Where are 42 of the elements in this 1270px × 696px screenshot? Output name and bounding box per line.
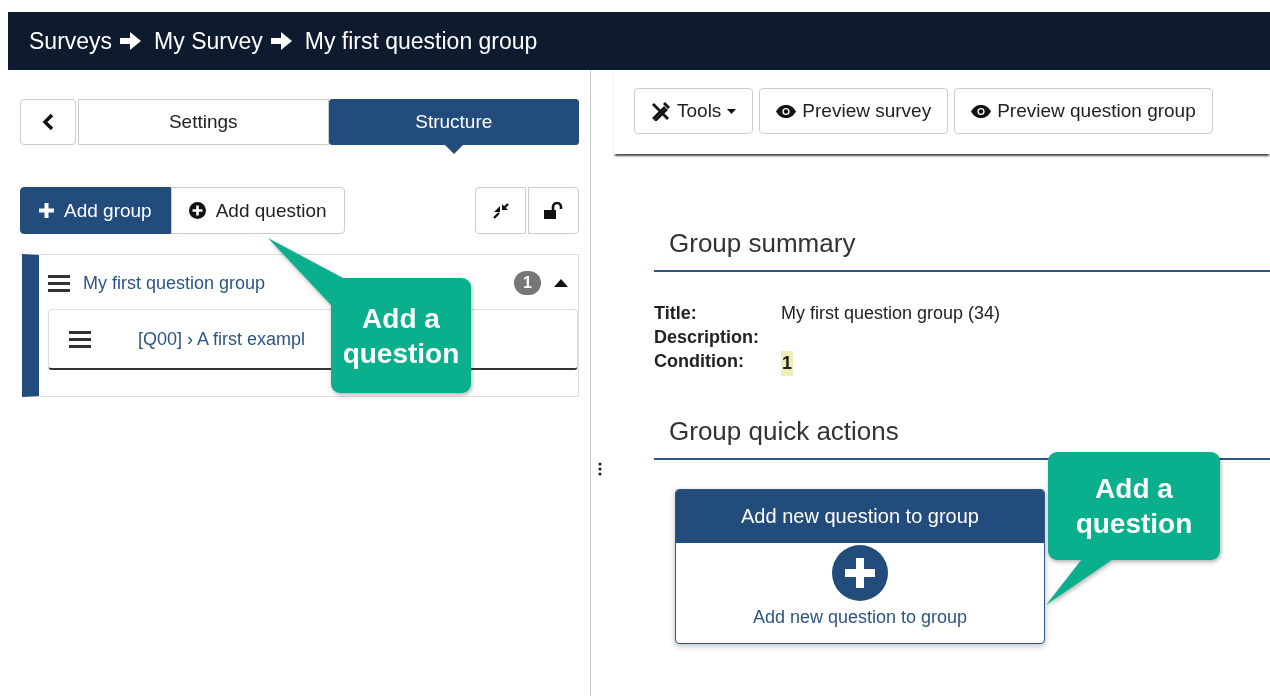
group-title[interactable]: My first question group	[83, 272, 502, 294]
preview-button[interactable]: Preview survey	[759, 88, 949, 134]
add-question-button[interactable]: Add question	[170, 187, 345, 234]
drag-handle-icon	[69, 330, 91, 348]
chevron-left-icon	[42, 113, 54, 131]
tab[interactable]: Settings	[78, 99, 329, 145]
breadcrumb-link[interactable]: My first question group	[304, 27, 538, 55]
breadcrumb-link[interactable]: My Survey	[154, 27, 263, 55]
add-group-button[interactable]: Add group	[20, 187, 171, 234]
breadcrumb-link[interactable]: Surveys	[29, 27, 113, 55]
field-value: My first question group (34)	[781, 303, 1001, 324]
collapse-button[interactable]	[475, 187, 526, 234]
arrow-icon	[270, 31, 293, 51]
callout: Add a question	[1045, 452, 1221, 606]
field-label: Condition:	[654, 351, 744, 373]
back-button[interactable]	[20, 99, 76, 145]
field-value: 1	[781, 351, 793, 376]
eye-icon	[971, 104, 992, 118]
plus-icon	[39, 203, 54, 218]
tools-icon	[651, 101, 671, 121]
field-label: Title:	[654, 303, 697, 324]
caret-up-icon[interactable]	[554, 279, 568, 287]
arrow-icon	[120, 31, 143, 51]
plus-circle-icon	[832, 545, 888, 601]
eye-icon	[776, 104, 797, 118]
unlock-icon	[543, 201, 564, 220]
tools-dropdown[interactable]: Tools	[634, 88, 754, 134]
card-label[interactable]: Add new question to group	[752, 607, 968, 628]
tab-pointer	[443, 144, 464, 154]
section-heading: Group summary	[654, 228, 1270, 272]
field-label: Description:	[654, 327, 759, 348]
card-header: Add new question to group	[676, 490, 1044, 543]
quick-action-card[interactable]: Add new question to group Add new question to group	[675, 489, 1045, 644]
caret-down-icon	[727, 108, 737, 114]
question-title: [Q00] › A first exampl	[138, 328, 306, 350]
lock-button[interactable]	[528, 187, 579, 234]
drag-handle-icon	[48, 274, 70, 292]
plus-circle-icon	[188, 202, 206, 219]
resize-handle-icon[interactable]	[598, 462, 602, 476]
preview-button[interactable]: Preview question group	[954, 88, 1213, 134]
count-badge: 1	[514, 271, 541, 295]
collapse-arrows-icon	[492, 202, 509, 219]
